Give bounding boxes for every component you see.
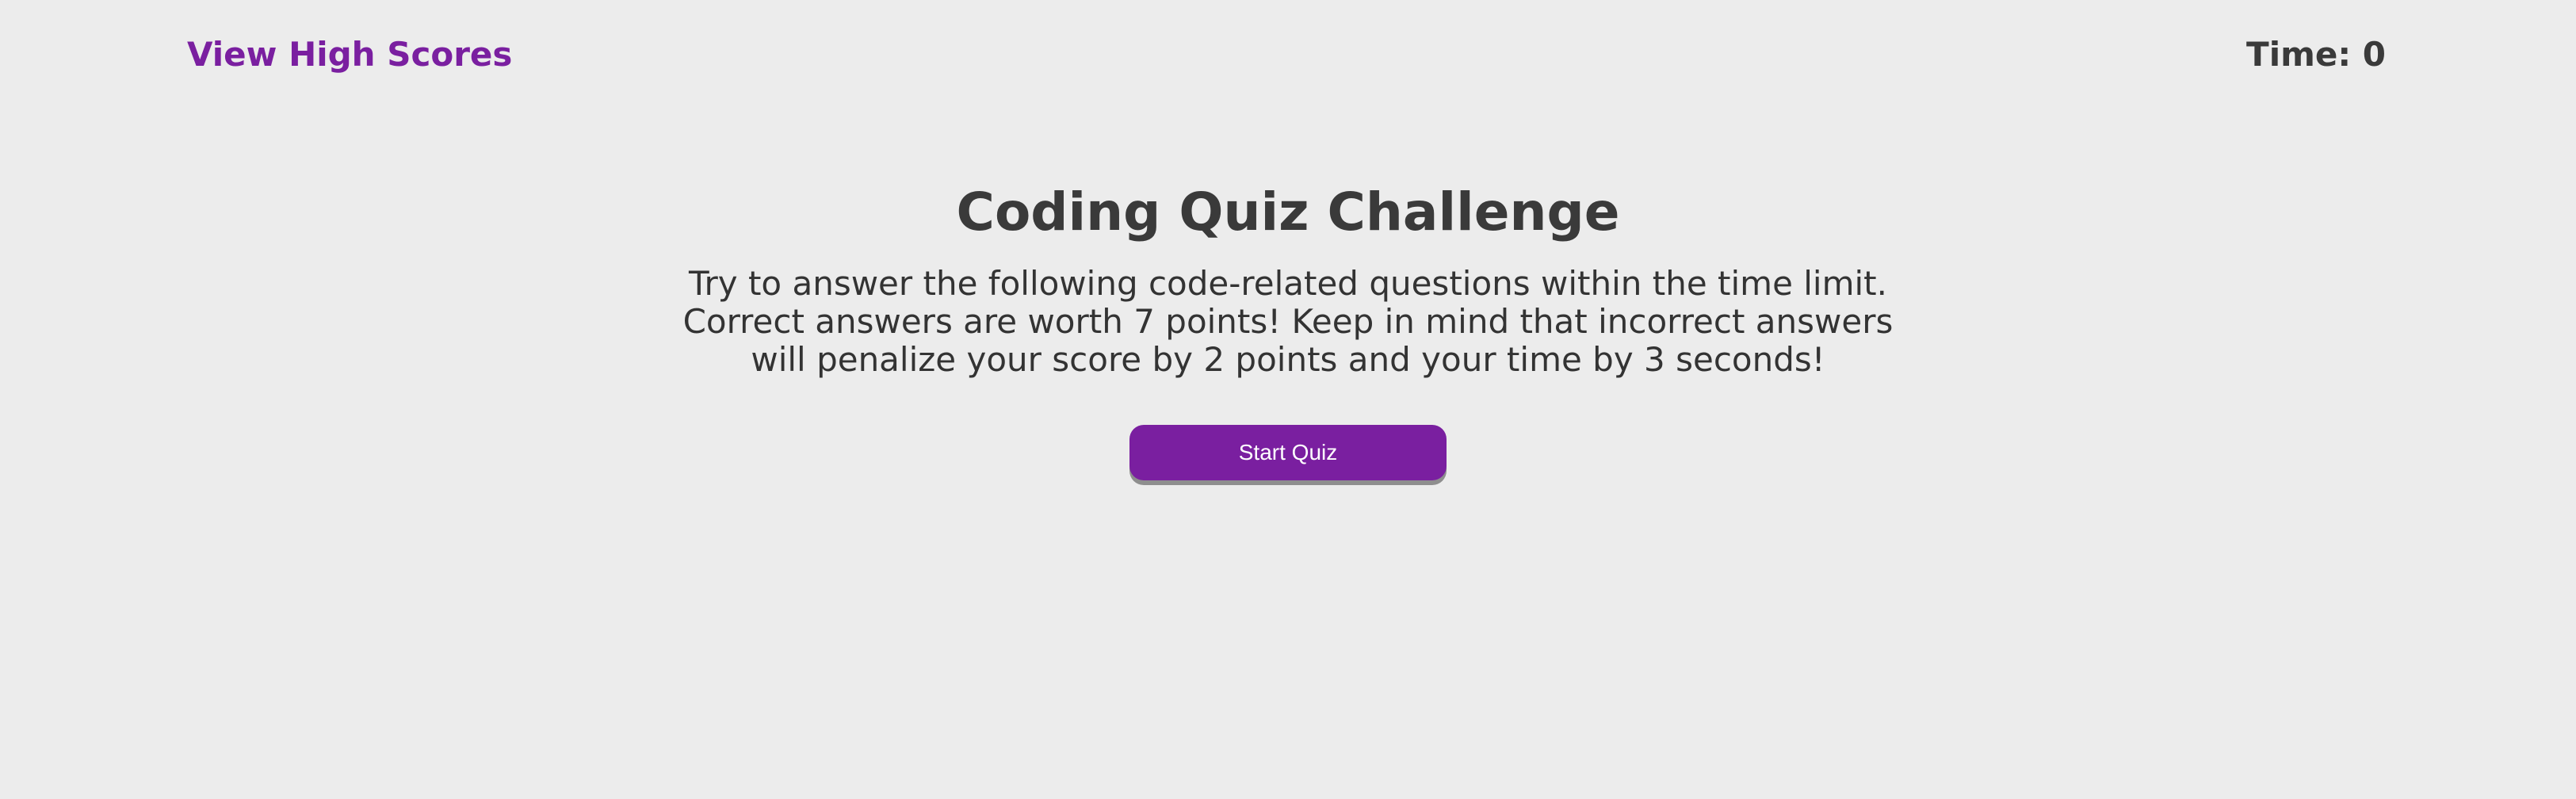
view-high-scores-link[interactable]: View High Scores xyxy=(187,35,512,74)
timer-value: 0 xyxy=(2362,35,2386,74)
page-title: Coding Quiz Challenge xyxy=(956,182,1620,243)
quiz-description: Try to answer the following code-related… xyxy=(682,264,1894,379)
timer-label: Time: xyxy=(2246,35,2352,74)
intro-section: Coding Quiz Challenge Try to answer the … xyxy=(0,178,2576,480)
timer: Time: 0 xyxy=(2246,35,2386,74)
top-bar: View High Scores Time: 0 xyxy=(0,0,2576,111)
start-quiz-button[interactable]: Start Quiz xyxy=(1129,425,1447,480)
